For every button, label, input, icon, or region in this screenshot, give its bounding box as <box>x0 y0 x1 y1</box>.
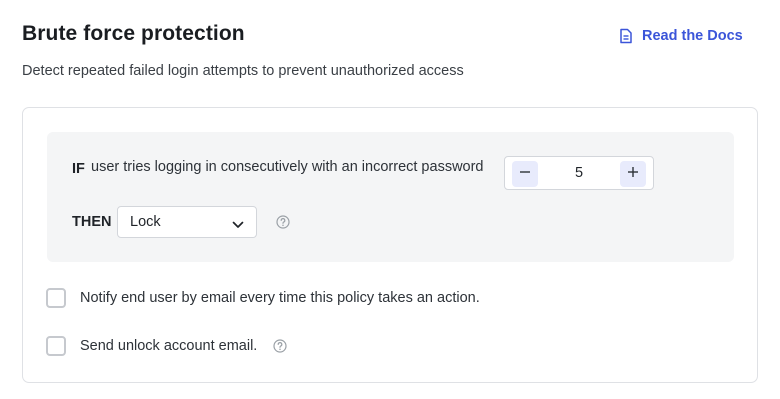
brute-force-settings-page: Brute force protection Read the Docs Det… <box>0 0 780 399</box>
plus-icon <box>627 165 639 183</box>
send-unlock-email-option[interactable]: Send unlock account email. <box>46 336 287 356</box>
page-subtitle: Detect repeated failed login attempts to… <box>22 63 464 79</box>
send-unlock-email-label: Send unlock account email. <box>80 338 258 354</box>
attempts-stepper: 5 <box>504 156 654 190</box>
then-keyword: THEN <box>72 214 112 230</box>
document-icon <box>619 28 633 44</box>
help-icon[interactable] <box>276 215 290 234</box>
read-docs-label: Read the Docs <box>642 28 743 44</box>
page-title: Brute force protection <box>22 22 245 45</box>
read-docs-link[interactable]: Read the Docs <box>619 28 743 44</box>
rule-box: IF user tries logging in consecutively w… <box>47 132 734 262</box>
notify-user-option[interactable]: Notify end user by email every time this… <box>46 288 480 308</box>
chevron-down-icon <box>232 217 244 235</box>
increment-button[interactable] <box>620 161 646 187</box>
action-selected-value: Lock <box>130 214 161 230</box>
send-unlock-email-checkbox[interactable] <box>46 336 66 356</box>
notify-user-checkbox[interactable] <box>46 288 66 308</box>
help-icon[interactable] <box>273 339 287 353</box>
policy-card: IF user tries logging in consecutively w… <box>22 107 758 383</box>
if-keyword: IF <box>72 161 85 177</box>
attempts-value[interactable]: 5 <box>545 165 613 181</box>
notify-user-label: Notify end user by email every time this… <box>80 290 480 306</box>
action-select[interactable]: Lock <box>117 206 257 238</box>
minus-icon <box>519 165 531 183</box>
decrement-button[interactable] <box>512 161 538 187</box>
if-condition-text: user tries logging in consecutively with… <box>91 159 484 175</box>
